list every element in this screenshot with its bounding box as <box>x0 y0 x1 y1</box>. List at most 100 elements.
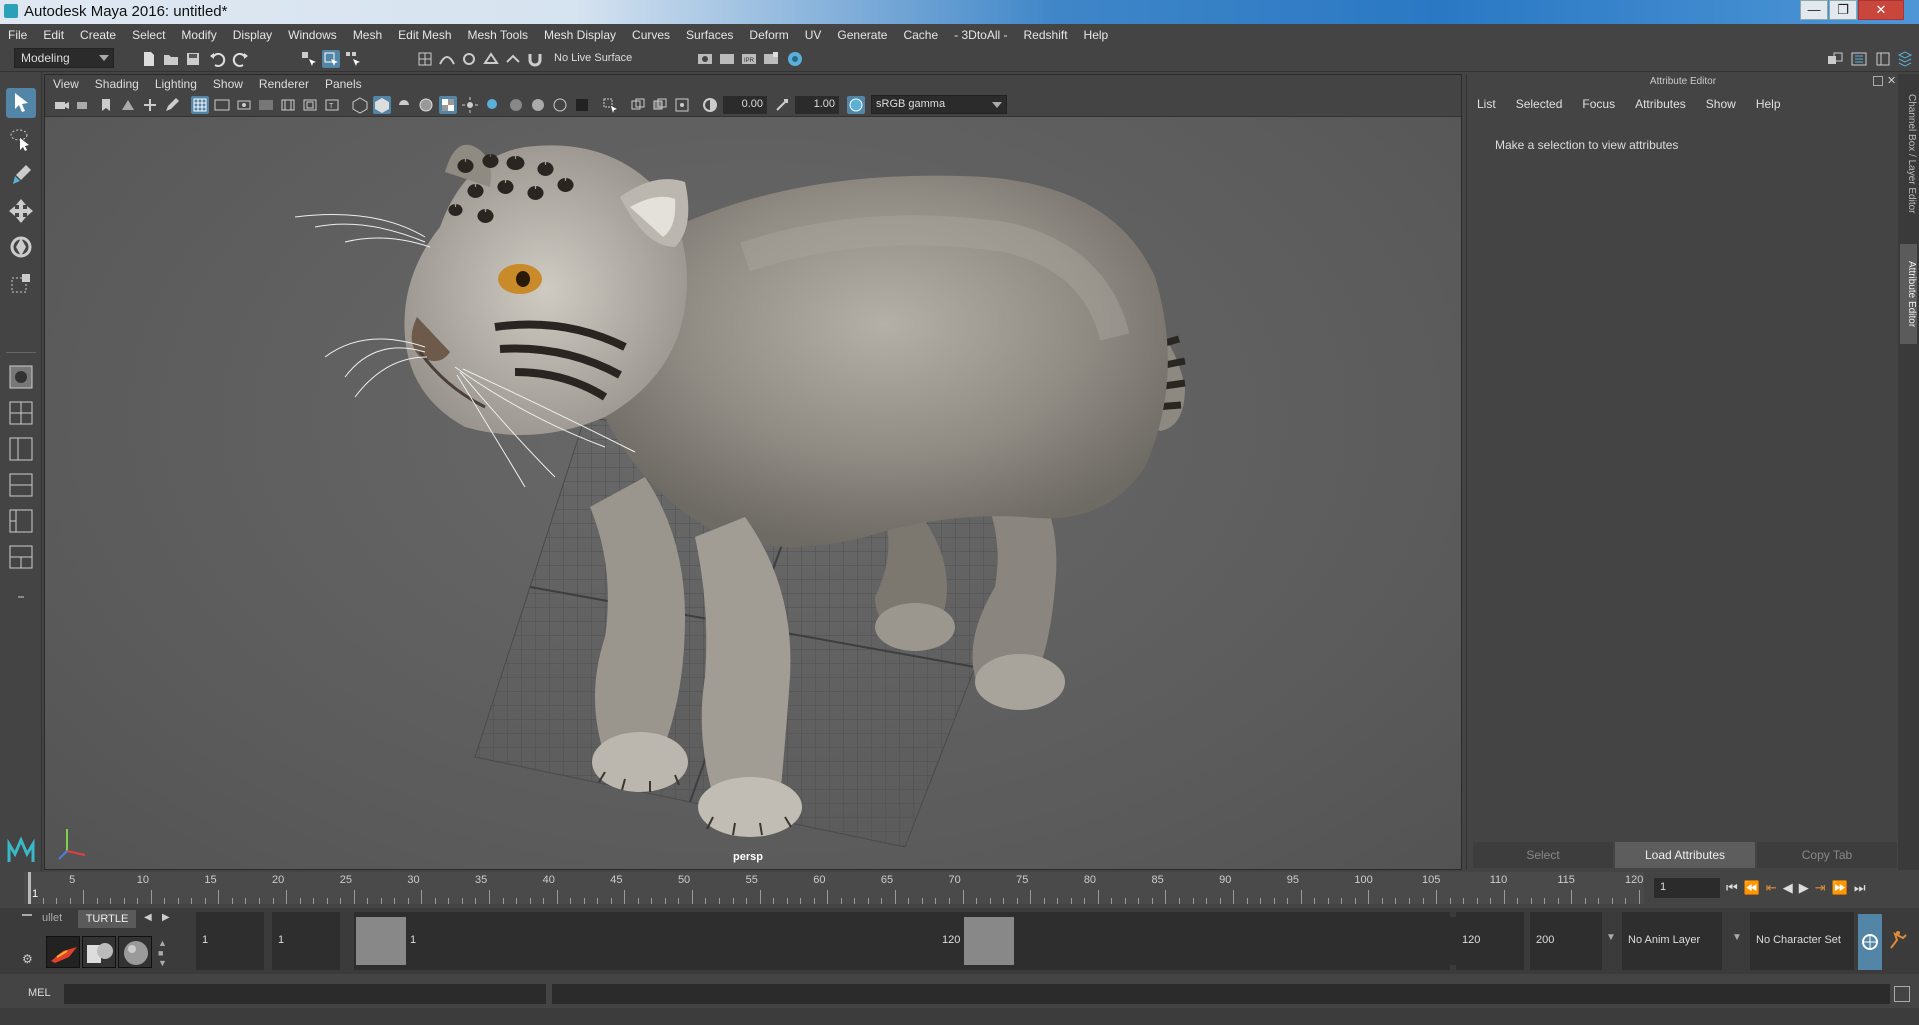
image-plane-icon[interactable] <box>119 96 137 114</box>
viewport-menu-lighting[interactable]: Lighting <box>147 75 205 93</box>
script-language-label[interactable]: MEL <box>28 987 51 999</box>
select-by-hierarchy-icon[interactable] <box>300 50 318 68</box>
copy-tab-button[interactable]: Copy Tab <box>1757 842 1897 868</box>
attribute-editor-tab[interactable]: Attribute Editor <box>1900 244 1917 344</box>
make-live-icon[interactable] <box>504 50 522 68</box>
shelf-menu-icon[interactable] <box>22 914 32 916</box>
animation-end-field[interactable]: 200 <box>1530 912 1602 970</box>
go-to-end-icon[interactable]: ⏭ <box>1854 880 1866 896</box>
perspective-viewport[interactable]: View Shading Lighting Show Renderer Pane… <box>44 74 1462 870</box>
select-button[interactable]: Select <box>1473 842 1613 868</box>
viewport-menu-view[interactable]: View <box>45 75 87 93</box>
depth-of-field-icon[interactable] <box>573 96 591 114</box>
time-ruler[interactable]: 1 5 10 15 20 25 30 35 40 45 50 55 60 65 70 75 80 85 90 95 10… <box>24 872 1644 904</box>
exposure-icon[interactable] <box>701 96 719 114</box>
gamma-field[interactable]: 1.00 <box>795 96 839 114</box>
snap-to-grid-icon[interactable] <box>416 50 434 68</box>
wireframe-icon[interactable] <box>351 96 369 114</box>
shaded-wireframe-icon[interactable] <box>417 96 435 114</box>
viewport-menu-renderer[interactable]: Renderer <box>251 75 317 93</box>
load-attributes-button[interactable]: Load Attributes <box>1615 842 1755 868</box>
mode-selector[interactable]: Modeling <box>14 48 114 68</box>
menu-help[interactable]: Help <box>1076 24 1117 46</box>
scale-tool-icon[interactable] <box>6 268 36 298</box>
attr-menu-attributes[interactable]: Attributes <box>1625 94 1696 114</box>
float-panel-icon[interactable] <box>1873 76 1883 86</box>
camera-select-icon[interactable] <box>53 96 71 114</box>
safe-title-icon[interactable]: T <box>323 96 341 114</box>
bookmark-icon[interactable] <box>97 96 115 114</box>
modeling-toolkit-icon[interactable] <box>1826 50 1844 68</box>
menu-mesh-tools[interactable]: Mesh Tools <box>460 24 536 46</box>
play-backwards-icon[interactable]: ◀ <box>1783 880 1793 896</box>
attr-menu-focus[interactable]: Focus <box>1572 94 1625 114</box>
gamma-icon[interactable] <box>773 96 791 114</box>
range-end-handle[interactable] <box>964 917 1014 965</box>
chevron-down-icon[interactable]: ▼ <box>1606 932 1616 943</box>
shadows-icon[interactable] <box>483 96 501 114</box>
lasso-tool-icon[interactable] <box>6 124 36 154</box>
turtle-baking-icon[interactable] <box>82 936 116 968</box>
anim-layer-field[interactable]: No Anim Layer <box>1622 912 1722 970</box>
chevron-down-icon[interactable]: ▼ <box>1732 932 1742 943</box>
playback-start-field[interactable]: 1 <box>272 912 340 970</box>
play-forwards-icon[interactable]: ▶ <box>1799 880 1809 896</box>
playback-end-field[interactable]: 120 <box>1456 912 1524 970</box>
script-editor-icon[interactable] <box>1894 986 1910 1002</box>
persp-graph-layout-icon[interactable] <box>6 470 36 500</box>
use-all-lights-icon[interactable] <box>461 96 479 114</box>
attribute-editor-toggle-icon[interactable] <box>1850 50 1868 68</box>
attr-menu-selected[interactable]: Selected <box>1506 94 1573 114</box>
menu-modify[interactable]: Modify <box>173 24 224 46</box>
safe-action-icon[interactable] <box>301 96 319 114</box>
turtle-render-icon[interactable] <box>46 936 80 968</box>
move-tool-icon[interactable] <box>6 196 36 226</box>
command-input[interactable] <box>64 984 546 1004</box>
go-to-start-icon[interactable]: ⏮ <box>1726 880 1738 896</box>
step-forward-frame-icon[interactable]: ⏩ <box>1832 880 1848 896</box>
ipr-render-icon[interactable]: IPR <box>740 50 758 68</box>
menu-edit[interactable]: Edit <box>35 24 72 46</box>
viewport-menu-panels[interactable]: Panels <box>317 75 370 93</box>
menu-deform[interactable]: Deform <box>741 24 796 46</box>
screen-space-ao-icon[interactable] <box>507 96 525 114</box>
motion-blur-icon[interactable] <box>529 96 547 114</box>
xray-joints-icon[interactable] <box>673 96 691 114</box>
select-by-component-icon[interactable] <box>344 50 362 68</box>
minimize-button[interactable]: — <box>1800 0 1828 20</box>
attr-menu-help[interactable]: Help <box>1746 94 1791 114</box>
attr-menu-show[interactable]: Show <box>1696 94 1746 114</box>
film-gate-icon[interactable] <box>213 96 231 114</box>
attr-menu-list[interactable]: List <box>1467 94 1506 114</box>
snap-to-point-icon[interactable] <box>460 50 478 68</box>
snap-to-curve-icon[interactable] <box>438 50 456 68</box>
isolate-select-icon[interactable] <box>601 96 619 114</box>
close-button[interactable]: ✕ <box>1858 0 1904 20</box>
animation-preferences-icon[interactable] <box>1886 928 1910 952</box>
save-scene-icon[interactable] <box>184 50 202 68</box>
color-management-icon[interactable] <box>847 96 865 114</box>
open-scene-icon[interactable] <box>162 50 180 68</box>
grease-pencil-icon[interactable] <box>163 96 181 114</box>
paint-select-tool-icon[interactable] <box>6 160 36 190</box>
current-time-marker[interactable] <box>28 872 31 904</box>
range-start-handle[interactable] <box>356 917 406 965</box>
color-space-selector[interactable]: sRGB gamma <box>871 95 1007 114</box>
menu-mesh[interactable]: Mesh <box>345 24 390 46</box>
smooth-shade-icon[interactable] <box>373 96 391 114</box>
hypershade-icon[interactable] <box>786 50 804 68</box>
render-settings-icon[interactable] <box>696 50 714 68</box>
viewport-scene[interactable]: persp <box>45 117 1461 869</box>
menu-generate[interactable]: Generate <box>829 24 895 46</box>
range-slider[interactable]: 1 120 <box>354 912 1514 970</box>
step-back-frame-icon[interactable]: ⏪ <box>1744 880 1760 896</box>
new-scene-icon[interactable] <box>140 50 158 68</box>
grid-toggle-icon[interactable] <box>191 96 209 114</box>
channel-box-toggle-icon[interactable] <box>1896 50 1914 68</box>
menu-edit-mesh[interactable]: Edit Mesh <box>390 24 459 46</box>
current-frame-field[interactable]: 1 <box>1654 878 1720 898</box>
shelf-tab-turtle[interactable]: TURTLE <box>78 910 136 928</box>
menu-uv[interactable]: UV <box>797 24 830 46</box>
resolution-gate-icon[interactable] <box>235 96 253 114</box>
channel-box-tab[interactable]: Channel Box / Layer Editor <box>1900 84 1917 224</box>
